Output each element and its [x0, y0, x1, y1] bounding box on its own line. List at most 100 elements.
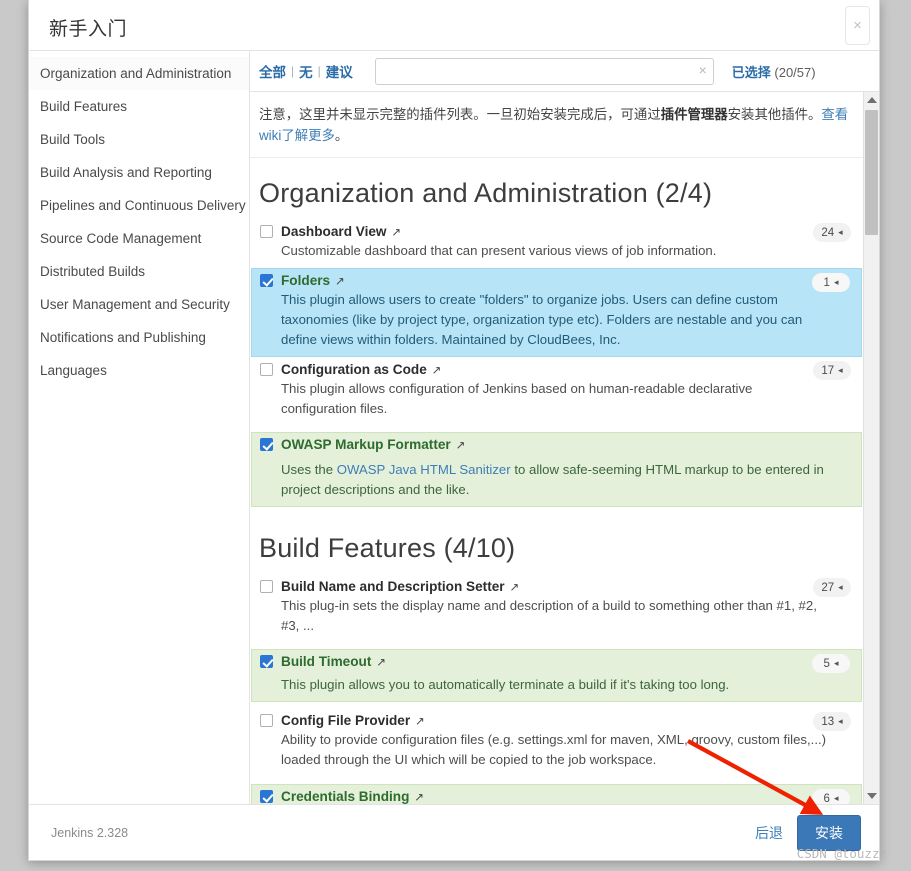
plugin-row-header: Build Timeout ↗ — [260, 654, 853, 669]
plugin-name-build-timeout[interactable]: Build Timeout — [281, 654, 371, 669]
plugin-description: This plugin allows configuration of Jenk… — [281, 381, 753, 416]
plugin-dependency-badge[interactable]: 1 ◂ — [812, 273, 850, 292]
plugin-dependency-badge[interactable]: 6 ◂ — [812, 789, 850, 804]
search-input[interactable] — [374, 57, 714, 85]
plugin-row-header: Folders ↗ — [260, 273, 853, 288]
content-column: 全部 | 无 | 建议 × 已选择 (20/57) 注意，这里并未显示完整的插件… — [250, 51, 879, 804]
sidebar-item-distributed-builds[interactable]: Distributed Builds — [29, 255, 249, 288]
plugin-row-folders[interactable]: Folders ↗ 1 ◂ This plugin allows users t… — [251, 268, 862, 357]
plugin-checkbox-owasp-markup-formatter[interactable] — [260, 438, 273, 451]
plugin-checkbox-build-timeout[interactable] — [260, 655, 273, 668]
chevron-left-icon: ◂ — [833, 277, 839, 287]
external-link-icon[interactable]: ↗ — [415, 714, 425, 728]
chevron-left-icon: ◂ — [838, 227, 843, 237]
plugin-checkbox-credentials-binding[interactable] — [260, 790, 273, 803]
plugin-row-configuration-as-code[interactable]: Configuration as Code ↗ 17 ◂ This plugin… — [251, 357, 862, 426]
plugin-description: This plugin allows users to create "fold… — [281, 292, 803, 347]
plugin-checkbox-dashboard-view[interactable] — [260, 225, 273, 238]
notice-part-2: 安装其他插件。 — [727, 107, 822, 122]
owasp-sanitizer-link[interactable]: OWASP Java HTML Sanitizer — [337, 462, 511, 477]
plugin-description: Uses the OWASP Java HTML Sanitizer to al… — [281, 460, 853, 500]
external-link-icon[interactable]: ↗ — [510, 580, 520, 594]
filter-all-link[interactable]: 全部 — [259, 61, 286, 81]
external-link-icon[interactable]: ↗ — [456, 438, 466, 452]
plugin-description: Ability to provide configuration files (… — [281, 732, 827, 767]
chevron-left-icon: ◂ — [838, 365, 843, 375]
search-clear-icon[interactable]: × — [699, 62, 707, 78]
selected-label[interactable]: 已选择 — [732, 65, 771, 80]
filter-separator-2: | — [317, 64, 321, 78]
back-button[interactable]: 后退 — [755, 823, 783, 843]
plugin-row-build-timeout[interactable]: Build Timeout ↗ 5 ◂ This plugin allows y… — [251, 649, 862, 702]
plugin-checkbox-folders[interactable] — [260, 274, 273, 287]
plugin-name-config-file-provider[interactable]: Config File Provider — [281, 713, 410, 728]
plugin-name-credentials-binding[interactable]: Credentials Binding — [281, 789, 409, 804]
plugin-list-area: 注意，这里并未显示完整的插件列表。一旦初始安装完成后，可通过插件管理器安装其他插… — [250, 92, 863, 804]
section-title-build-features: Build Features (4/10) — [259, 533, 516, 563]
sidebar-item-languages[interactable]: Languages — [29, 354, 249, 387]
plugin-row-dashboard-view[interactable]: Dashboard View ↗ 24 ◂ Customizable dashb… — [251, 219, 862, 268]
sidebar-item-build-analysis-and-reporting[interactable]: Build Analysis and Reporting — [29, 156, 249, 189]
sidebar-item-build-tools[interactable]: Build Tools — [29, 123, 249, 156]
plugin-name-folders[interactable]: Folders — [281, 273, 330, 288]
sidebar-item-build-features[interactable]: Build Features — [29, 90, 249, 123]
sidebar-item-organization-and-administration[interactable]: Organization and Administration — [29, 57, 249, 90]
plugin-row-build-name-and-description-setter[interactable]: Build Name and Description Setter ↗ 27 ◂… — [251, 574, 862, 643]
plugin-list-scrollbar[interactable] — [863, 92, 879, 804]
selected-count: 已选择 (20/57) — [732, 62, 816, 81]
plugin-dependency-badge[interactable]: 5 ◂ — [812, 654, 850, 673]
plugin-checkbox-configuration-as-code[interactable] — [260, 363, 273, 376]
plugin-row-header: Credentials Binding ↗ — [260, 789, 853, 804]
plugin-row-header: Configuration as Code ↗ — [260, 362, 853, 377]
external-link-icon[interactable]: ↗ — [376, 655, 386, 669]
badge-count: 13 — [821, 715, 835, 728]
plugin-row-header: Build Name and Description Setter ↗ — [260, 579, 853, 594]
plugin-checkbox-config-file-provider[interactable] — [260, 714, 273, 727]
page-root: 新手入门 × Organization and Administration B… — [0, 0, 911, 871]
plugin-description: Customizable dashboard that can present … — [281, 243, 717, 258]
plugin-row-credentials-binding[interactable]: Credentials Binding ↗ 6 ◂ — [251, 784, 862, 804]
plugin-dependency-badge[interactable]: 27 ◂ — [813, 578, 851, 597]
scroll-up-arrow-icon[interactable] — [864, 92, 879, 108]
plugin-row-config-file-provider[interactable]: Config File Provider ↗ 13 ◂ Ability to p… — [251, 708, 862, 777]
plugin-description: This plugin allows you to automatically … — [281, 677, 730, 692]
jenkins-version-label: Jenkins 2.328 — [51, 825, 129, 840]
plugin-row-owasp-markup-formatter[interactable]: OWASP Markup Formatter ↗ Uses the OWASP … — [251, 432, 862, 507]
filter-suggested-link[interactable]: 建议 — [326, 61, 353, 81]
chevron-left-icon: ◂ — [838, 582, 843, 592]
plugin-dependency-badge[interactable]: 17 ◂ — [813, 361, 851, 380]
external-link-icon[interactable]: ↗ — [335, 274, 345, 288]
sidebar-item-pipelines-and-continuous-delivery[interactable]: Pipelines and Continuous Delivery — [29, 189, 249, 222]
scrollbar-thumb[interactable] — [865, 110, 878, 235]
plugin-name-dashboard-view[interactable]: Dashboard View — [281, 224, 387, 239]
notice-wiki-link-2[interactable]: wiki — [259, 128, 281, 143]
close-icon[interactable]: × — [845, 6, 870, 45]
plugin-name-owasp-markup-formatter[interactable]: OWASP Markup Formatter — [281, 437, 451, 452]
plugin-checkbox-build-name-and-description-setter[interactable] — [260, 580, 273, 593]
chevron-left-icon: ◂ — [838, 716, 843, 726]
badge-count: 6 — [823, 792, 830, 805]
dialog-title: 新手入门 — [49, 19, 128, 40]
notice-wiki-link-3[interactable]: 了解更多 — [281, 128, 335, 143]
watermark: CSDN @touzzz — [796, 846, 887, 861]
plugin-name-build-name-and-description-setter[interactable]: Build Name and Description Setter — [281, 579, 505, 594]
plugin-dependency-badge[interactable]: 13 ◂ — [813, 712, 851, 731]
chevron-left-icon: ◂ — [833, 658, 839, 668]
filter-none-link[interactable]: 无 — [299, 61, 313, 81]
notice-part-1: 注意，这里并未显示完整的插件列表。一旦初始安装完成后，可通过 — [259, 107, 661, 122]
external-link-icon[interactable]: ↗ — [414, 790, 424, 804]
dialog-titlebar: 新手入门 × — [29, 0, 879, 51]
plugin-name-configuration-as-code[interactable]: Configuration as Code — [281, 362, 427, 377]
section-title-organization: Organization and Administration (2/4) — [259, 178, 713, 208]
scroll-down-arrow-icon[interactable] — [864, 788, 879, 804]
scroll-zone: 注意，这里并未显示完整的插件列表。一旦初始安装完成后，可通过插件管理器安装其他插… — [250, 92, 879, 804]
sidebar-item-notifications-and-publishing[interactable]: Notifications and Publishing — [29, 321, 249, 354]
plugin-dependency-badge[interactable]: 24 ◂ — [813, 223, 851, 242]
badge-count: 24 — [821, 226, 835, 239]
external-link-icon[interactable]: ↗ — [392, 225, 402, 239]
sidebar-item-source-code-management[interactable]: Source Code Management — [29, 222, 249, 255]
external-link-icon[interactable]: ↗ — [432, 363, 442, 377]
sidebar-item-user-management-and-security[interactable]: User Management and Security — [29, 288, 249, 321]
notice-wiki-link-1[interactable]: 查看 — [821, 107, 848, 122]
badge-count: 27 — [821, 581, 835, 594]
